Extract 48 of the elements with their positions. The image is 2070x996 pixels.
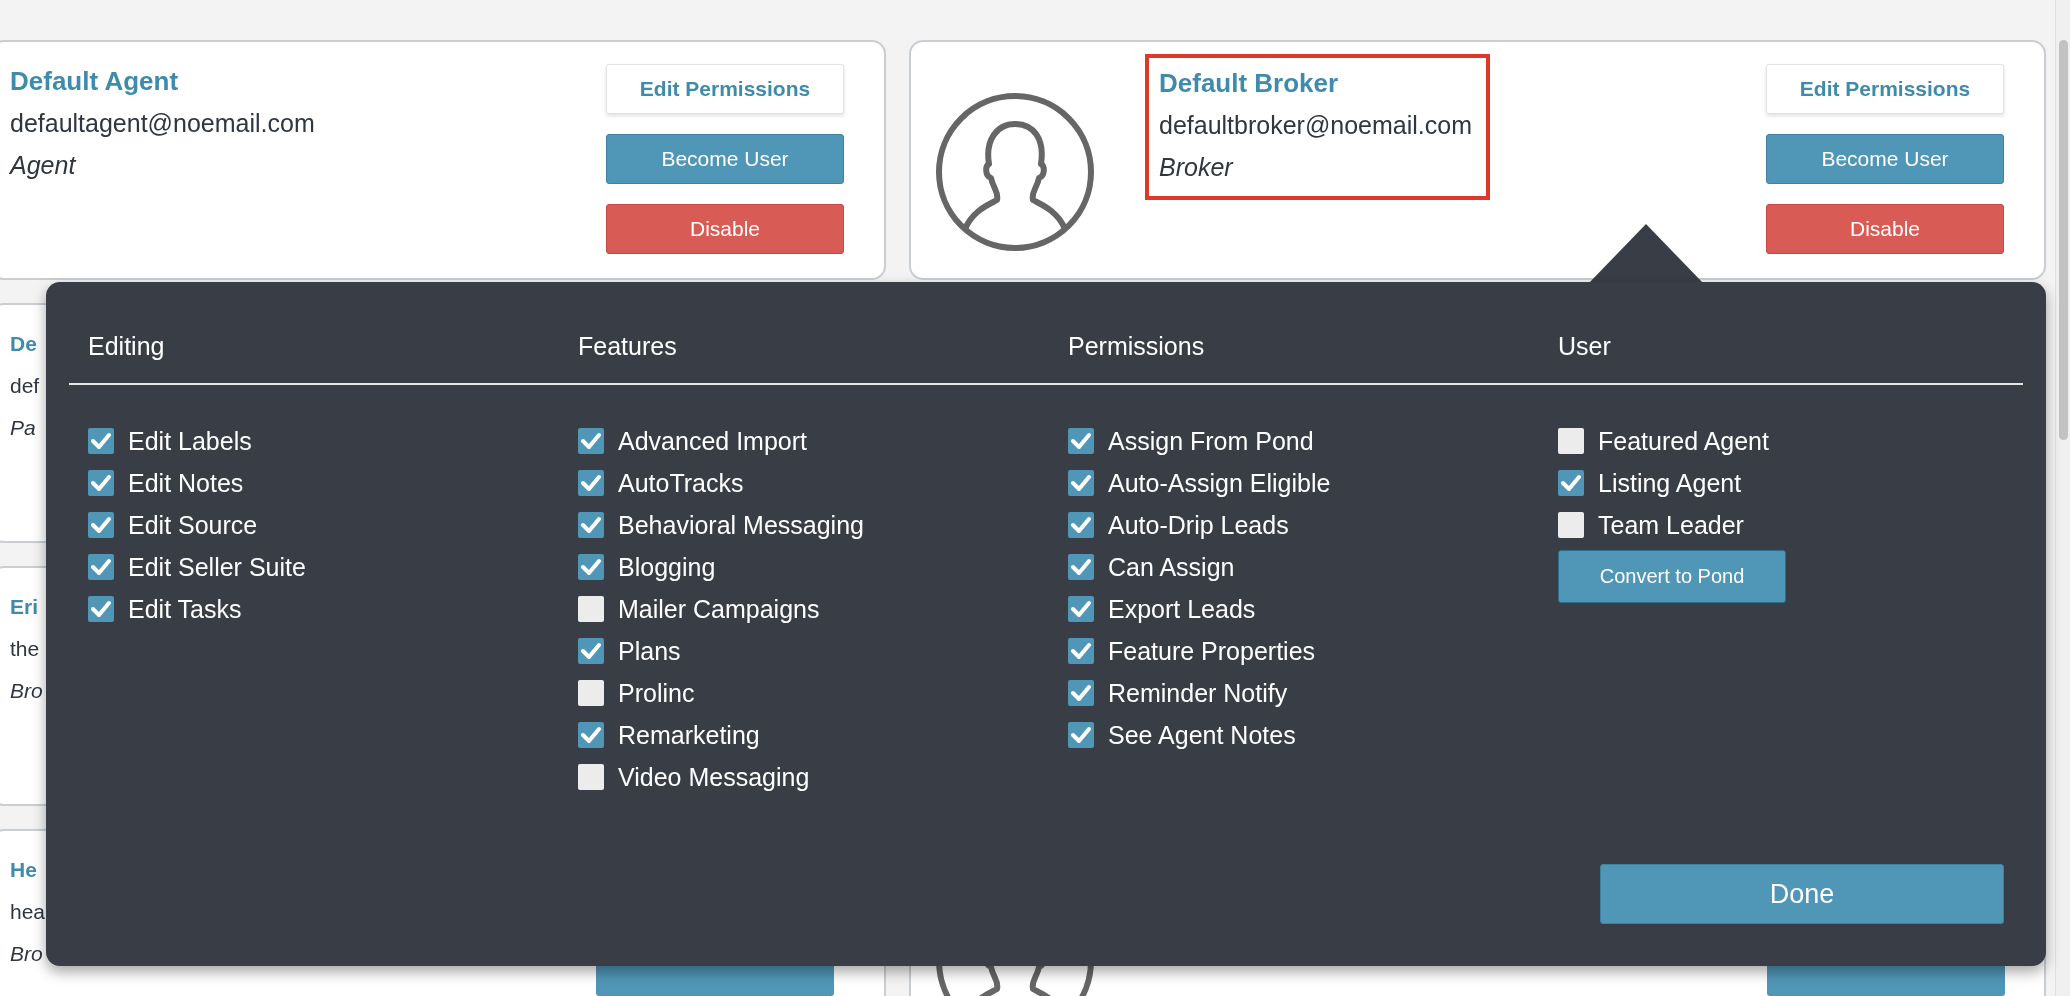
user-email: hea: [10, 899, 46, 925]
checkbox-label[interactable]: Edit Tasks: [128, 594, 242, 624]
checkbox-label[interactable]: Team Leader: [1598, 510, 1744, 540]
column-heading: User: [1558, 331, 1611, 362]
user-email: defaultagent@noemail.com: [10, 108, 315, 139]
checkbox-label[interactable]: Blogging: [618, 552, 716, 582]
checkbox-label[interactable]: Remarketing: [618, 720, 760, 750]
checkbox-label[interactable]: Advanced Import: [618, 426, 807, 456]
checkbox-label[interactable]: AutoTracks: [618, 468, 744, 498]
checkbox-label[interactable]: Video Messaging: [618, 762, 810, 792]
user-role: Agent: [10, 150, 78, 181]
column-heading: Permissions: [1068, 331, 1205, 362]
disable-button[interactable]: Disable: [606, 204, 844, 254]
checkbox-label[interactable]: Can Assign: [1108, 552, 1235, 582]
edit-permissions-button[interactable]: Edit Permissions: [606, 64, 844, 114]
user-role: Bro: [10, 678, 43, 704]
checkbox-label[interactable]: Listing Agent: [1598, 468, 1742, 498]
user-role: Bro: [10, 941, 44, 967]
checkbox-label[interactable]: Prolinc: [618, 678, 695, 708]
column-heading: Editing: [88, 331, 165, 362]
checkbox-label[interactable]: Export Leads: [1108, 594, 1256, 624]
user-email: def: [10, 373, 40, 399]
user-role: Broker: [1159, 152, 1235, 183]
user-name[interactable]: Default Agent: [10, 60, 315, 102]
user-name[interactable]: Eri: [10, 586, 43, 628]
checkbox-label[interactable]: Assign From Pond: [1108, 426, 1314, 456]
disable-button[interactable]: Disable: [1766, 204, 2004, 254]
checkbox-label[interactable]: Reminder Notify: [1108, 678, 1288, 708]
checkbox-label[interactable]: Edit Seller Suite: [128, 552, 306, 582]
user-name[interactable]: He: [10, 849, 46, 891]
user-email: defaultbroker@noemail.com: [1159, 110, 1473, 141]
checkbox-label[interactable]: See Agent Notes: [1108, 720, 1296, 750]
checkbox-label[interactable]: Auto-Assign Eligible: [1108, 468, 1331, 498]
column-heading: Features: [578, 331, 677, 362]
checkbox-label[interactable]: Auto-Drip Leads: [1108, 510, 1289, 540]
checkbox-label[interactable]: Edit Labels: [128, 426, 252, 456]
checkbox-label[interactable]: Mailer Campaigns: [618, 594, 820, 624]
checkbox-label[interactable]: Edit Notes: [128, 468, 244, 498]
checkbox-label[interactable]: Featured Agent: [1598, 426, 1769, 456]
user-name[interactable]: Default Broker: [1159, 62, 1473, 104]
checkbox-label[interactable]: Behavioral Messaging: [618, 510, 864, 540]
checkbox-label[interactable]: Plans: [618, 636, 681, 666]
checkbox-label[interactable]: Edit Source: [128, 510, 258, 540]
user-name[interactable]: De: [10, 323, 40, 365]
user-email: the: [10, 636, 41, 662]
user-role: Pa: [10, 415, 37, 441]
edit-permissions-button[interactable]: Edit Permissions: [1766, 64, 2004, 114]
checkbox-label[interactable]: Feature Properties: [1108, 636, 1316, 666]
